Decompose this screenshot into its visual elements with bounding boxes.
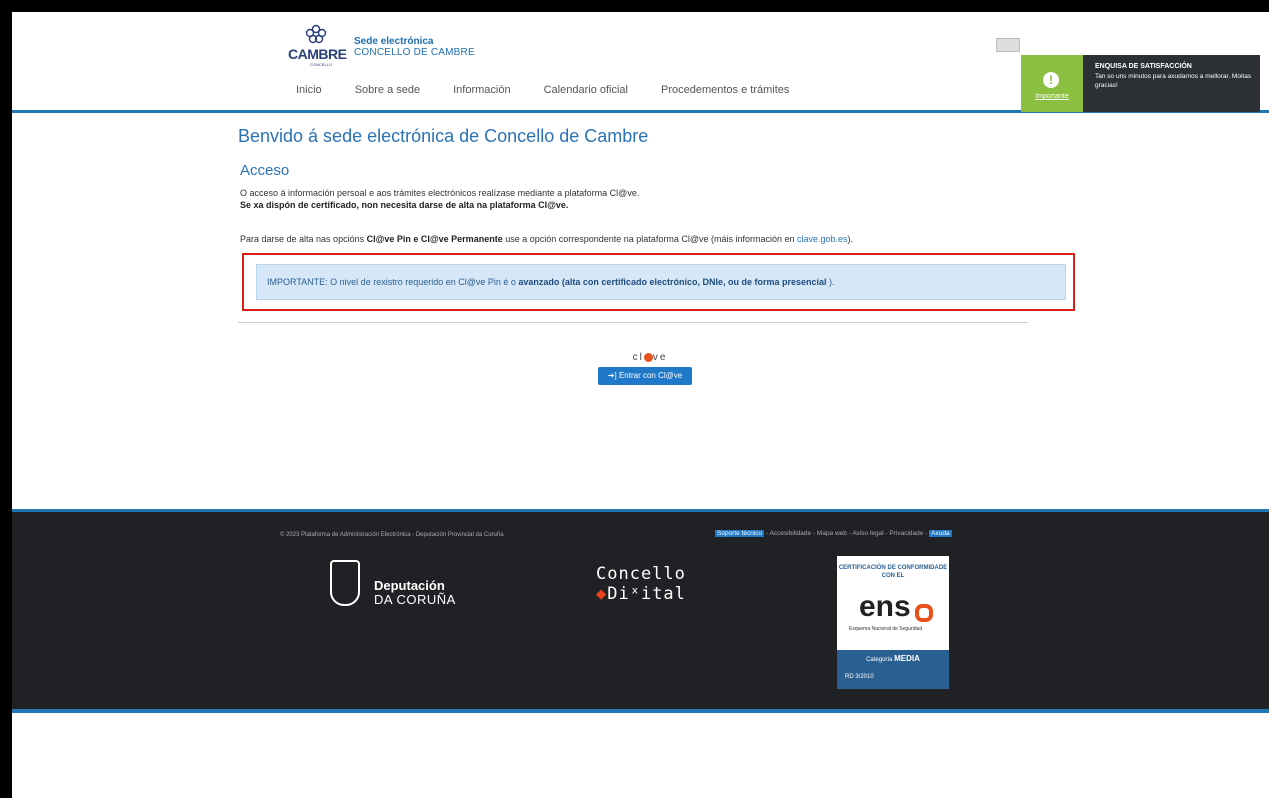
- section-title-acceso: Acceso: [240, 162, 290, 179]
- registration-paragraph: Para darse de alta nas opcións Cl@ve Pin…: [240, 234, 853, 244]
- page-title: Benvido á sede electrónica de Concello d…: [238, 126, 649, 146]
- important-badge[interactable]: ! Importante: [1021, 55, 1083, 112]
- ens-o-icon: [915, 604, 933, 622]
- language-flag-icon[interactable]: [996, 38, 1020, 52]
- nav-informacion[interactable]: Información: [453, 84, 510, 96]
- login-icon: ➔]: [607, 371, 617, 380]
- cambre-emblem-icon: [305, 24, 327, 44]
- important-alert: IMPORTANTE: O nivel de rexistro requerid…: [256, 264, 1066, 300]
- nav-inicio[interactable]: Inicio: [296, 84, 322, 96]
- alert-text-post: ).: [826, 277, 835, 287]
- enter-clave-button[interactable]: ➔] Entrar con Cl@ve: [598, 367, 692, 385]
- cambre-logo[interactable]: CAMBRE CONCELLO Sede electrónica CONCELL…: [288, 22, 528, 67]
- alert-text-bold: avanzado (alta con certificado electróni…: [518, 277, 827, 287]
- content-divider: [238, 322, 1028, 323]
- clave-o-icon: [643, 352, 653, 362]
- deputacion-shield-icon: [330, 560, 360, 606]
- ens-rd: RD 3/2010: [845, 674, 874, 680]
- registration-text: Para darse de alta nas opcións: [240, 234, 367, 244]
- nav-procedementos[interactable]: Procedementos e trámites: [661, 84, 789, 96]
- satisfaction-survey-banner[interactable]: ! Importante ENQUISA DE SATISFACCIÓN Tan…: [1021, 55, 1260, 112]
- alert-text-pre: IMPORTANTE: O nivel de rexistro requerid…: [267, 277, 519, 287]
- enter-clave-label: Entrar con Cl@ve: [618, 371, 683, 380]
- deputacion-logo[interactable]: Deputación DA CORUÑA: [330, 558, 480, 618]
- footer-links: Soporte técnico - Accesibilidade - Mapa …: [715, 530, 952, 537]
- clave-gob-link[interactable]: clave.gob.es: [797, 234, 848, 244]
- exclamation-icon: !: [1043, 72, 1059, 88]
- ens-category-label: Categoría: [866, 657, 893, 663]
- window-frame-top: [0, 0, 1269, 12]
- registration-text-mid: use a opción correspondente na plataform…: [502, 234, 797, 244]
- support-link[interactable]: Soporte técnico: [715, 530, 765, 537]
- ens-certification-badge[interactable]: CERTIFICACIÓN DE CONFORMIDADE CON EL ens…: [837, 556, 949, 689]
- alert-text: IMPORTANTE: O nivel de rexistro requerid…: [267, 277, 835, 287]
- footer-divider-bottom: [12, 709, 1269, 713]
- ens-cert-text: CERTIFICACIÓN DE CONFORMIDADE CON EL: [838, 565, 948, 579]
- help-link[interactable]: Axuda: [929, 530, 952, 537]
- deputacion-name: Deputación: [374, 578, 445, 593]
- concello-line1: Concello: [596, 564, 686, 584]
- ens-category-value: MEDIA: [894, 654, 920, 663]
- copyright-text: © 2023 Plataforma de Administración Elec…: [280, 532, 504, 538]
- important-label[interactable]: Importante: [1021, 93, 1083, 100]
- registration-options: Cl@ve Pin e Cl@ve Permanente: [366, 234, 503, 244]
- window-frame-left: [0, 0, 12, 798]
- deputacion-sub: DA CORUÑA: [374, 592, 456, 607]
- ens-word: ens: [859, 590, 911, 623]
- footer-links-list[interactable]: - Accesibilidade - Mapa web - Aviso lega…: [764, 530, 929, 537]
- access-paragraph: O acceso á información persoal e aos trá…: [240, 188, 640, 198]
- site-footer: © 2023 Plataforma de Administración Elec…: [12, 512, 1269, 709]
- main-nav: Inicio Sobre a sede Información Calendar…: [296, 84, 822, 96]
- nav-calendario-oficial[interactable]: Calendario oficial: [544, 84, 628, 96]
- ens-subtext: Esquema Nacional de Seguridad: [849, 626, 923, 632]
- concello-line2-wrap: ◆Diˣital: [596, 584, 736, 604]
- survey-title: ENQUISA DE SATISFACCIÓN: [1095, 63, 1192, 70]
- concello-line2: Diˣital: [607, 584, 686, 604]
- ens-category: Categoría MEDIA: [837, 654, 949, 663]
- clave-logo: cl ve: [632, 352, 668, 363]
- logo-name: CAMBRE: [288, 46, 347, 62]
- certificate-note: Se xa dispón de certificado, non necesit…: [240, 200, 569, 210]
- site-subtitle: CONCELLO DE CAMBRE: [354, 47, 475, 58]
- concello-dixital-logo[interactable]: Concello ◆Diˣital: [596, 564, 736, 604]
- registration-text-end: ).: [847, 234, 854, 244]
- site-title: Sede electrónica: [354, 36, 434, 47]
- dixital-diamond-icon: ◆: [596, 584, 608, 604]
- nav-sobre-a-sede[interactable]: Sobre a sede: [355, 84, 420, 96]
- survey-text: Tan so uns minutos para axudarnos a mell…: [1095, 73, 1252, 89]
- logo-small-text: CONCELLO: [310, 62, 333, 67]
